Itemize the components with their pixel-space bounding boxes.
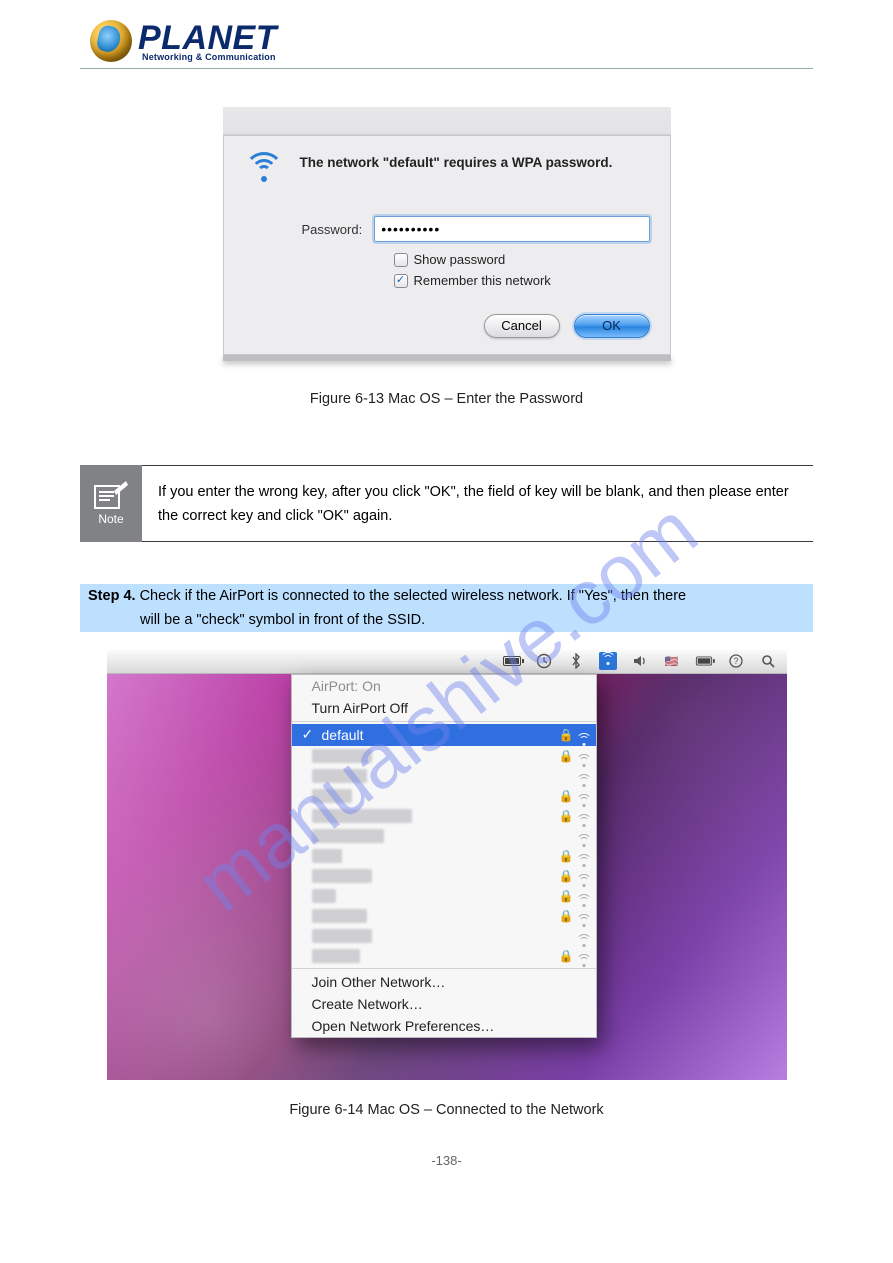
note-text: If you enter the wrong key, after you cl… xyxy=(142,465,813,542)
network-item[interactable]: 🔒 xyxy=(292,866,596,886)
network-item[interactable]: 🔒 xyxy=(292,886,596,906)
network-item[interactable]: 🔒 xyxy=(292,746,596,766)
dialog-message: The network "default" requires a WPA pas… xyxy=(300,154,613,172)
password-input[interactable] xyxy=(374,216,649,242)
step-line1: Check if the AirPort is connected to the… xyxy=(136,588,687,604)
open-network-preferences[interactable]: Open Network Preferences… xyxy=(292,1015,596,1037)
network-item[interactable] xyxy=(292,826,596,846)
join-other-network[interactable]: Join Other Network… xyxy=(292,971,596,993)
page-number: -138- xyxy=(80,1153,813,1168)
network-item[interactable]: 🔒 xyxy=(292,946,596,966)
timemachine-icon xyxy=(535,652,553,670)
note-icon: Note xyxy=(80,465,142,542)
airport-status: AirPort: On xyxy=(292,675,596,697)
spotlight-icon xyxy=(759,652,777,670)
battery-icon xyxy=(503,652,521,670)
network-item[interactable]: 🔒 xyxy=(292,786,596,806)
network-ssid: default xyxy=(322,727,364,743)
note-icon-label: Note xyxy=(98,512,123,526)
dialog-shadow xyxy=(223,355,671,361)
bluetooth-icon xyxy=(567,652,585,670)
remember-network-checkbox[interactable]: ✓ xyxy=(394,274,408,288)
remember-network-label: Remember this network xyxy=(414,271,551,292)
brand-logo: PLANET Networking & Communication xyxy=(80,20,813,62)
turn-airport-off[interactable]: Turn AirPort Off xyxy=(292,697,596,719)
lock-icon: 🔒 xyxy=(559,728,574,742)
ok-button[interactable]: OK xyxy=(574,314,650,338)
create-network[interactable]: Create Network… xyxy=(292,993,596,1015)
dropdown-separator xyxy=(292,721,596,722)
logo-subtitle: Networking & Communication xyxy=(138,53,277,62)
network-item-selected[interactable]: default 🔒 xyxy=(292,724,596,746)
svg-text:?: ? xyxy=(733,656,738,666)
figure-caption-2: Figure 6-14 Mac OS – Connected to the Ne… xyxy=(80,1102,813,1118)
show-password-label: Show password xyxy=(414,250,506,271)
password-label: Password: xyxy=(302,222,363,237)
battery2-icon xyxy=(695,652,713,670)
flag-icon: 🇺🇸 xyxy=(663,652,681,670)
cancel-button[interactable]: Cancel xyxy=(484,314,560,338)
step4-block: Step 4. Check if the AirPort is connecte… xyxy=(80,584,813,632)
wpa-password-dialog: The network "default" requires a WPA pas… xyxy=(223,107,671,361)
wifi-icon xyxy=(244,156,284,190)
volume-icon xyxy=(631,652,649,670)
network-item[interactable] xyxy=(292,766,596,786)
step-prefix: Step 4. xyxy=(88,588,136,604)
figure-caption-1: Figure 6-13 Mac OS – Enter the Password xyxy=(80,391,813,407)
network-item[interactable]: 🔒 xyxy=(292,806,596,826)
help-icon: ? xyxy=(727,652,745,670)
wifi-menubar-icon[interactable] xyxy=(599,652,617,670)
logo-title: PLANET xyxy=(138,21,277,55)
dialog-titlebar xyxy=(223,107,671,135)
show-password-checkbox[interactable] xyxy=(394,253,408,267)
note-block: Note If you enter the wrong key, after y… xyxy=(80,465,813,542)
mac-menubar: 🇺🇸 ? xyxy=(107,650,787,674)
header-divider xyxy=(80,68,813,69)
airport-screenshot: 🇺🇸 ? AirPort: On Turn AirPort Off defaul… xyxy=(107,650,787,1080)
network-item[interactable] xyxy=(292,926,596,946)
network-item[interactable]: 🔒 xyxy=(292,846,596,866)
dropdown-separator xyxy=(292,968,596,969)
airport-dropdown[interactable]: AirPort: On Turn AirPort Off default 🔒 🔒… xyxy=(291,674,597,1038)
step-line2: will be a "check" symbol in front of the… xyxy=(80,608,813,632)
network-item[interactable]: 🔒 xyxy=(292,906,596,926)
logo-globe-icon xyxy=(90,20,132,62)
